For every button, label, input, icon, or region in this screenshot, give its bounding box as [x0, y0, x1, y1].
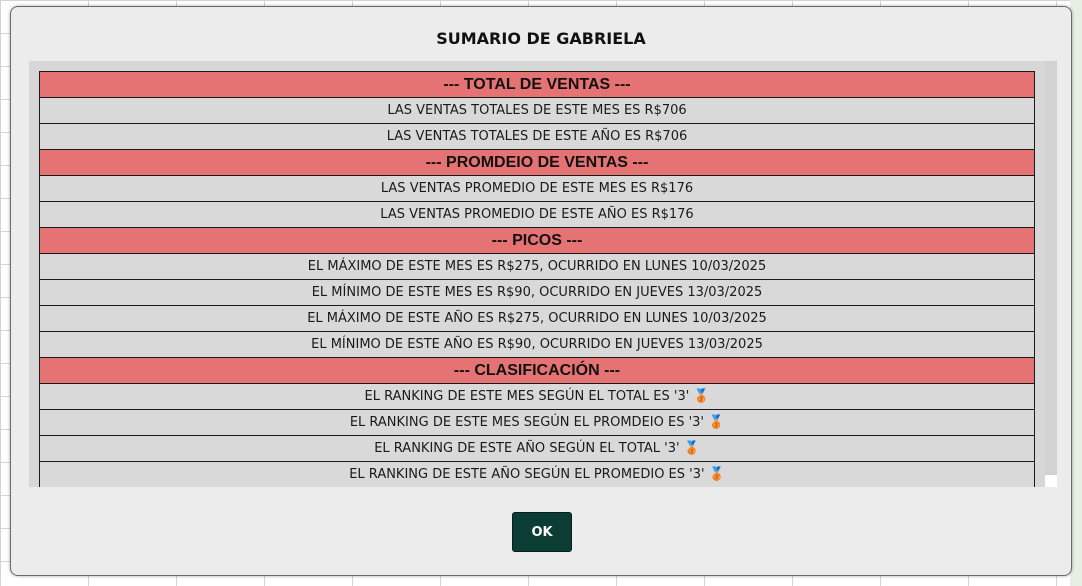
summary-row: EL RANKING DE ESTE MES SEGÚN EL TOTAL ES… — [39, 383, 1035, 410]
summary-row-text: EL MÁXIMO DE ESTE MES ES R$275, OCURRIDO… — [307, 259, 767, 274]
section-header: --- TOTAL DE VENTAS --- — [39, 71, 1035, 98]
summary-row: EL RANKING DE ESTE AÑO SEGÚN EL TOTAL '3… — [39, 435, 1035, 462]
summary-row: LAS VENTAS PROMEDIO DE ESTE MES ES R$176 — [39, 175, 1035, 202]
summary-row: EL MÍNIMO DE ESTE AÑO ES R$90, OCURRIDO … — [39, 331, 1035, 358]
medal-icon: 🥉 — [693, 389, 710, 404]
dialog-title: SUMARIO DE GABRIELA — [436, 29, 646, 48]
summary-row: LAS VENTAS TOTALES DE ESTE MES ES R$706 — [39, 97, 1035, 124]
summary-row-text: LAS VENTAS TOTALES DE ESTE MES ES R$706 — [387, 103, 687, 118]
summary-table: --- TOTAL DE VENTAS --- LAS VENTAS TOTALE… — [39, 71, 1035, 487]
summary-row: LAS VENTAS TOTALES DE ESTE AÑO ES R$706 — [39, 123, 1035, 150]
summary-row-text: EL RANKING DE ESTE MES SEGÚN EL TOTAL ES… — [364, 389, 690, 404]
summary-row-text: LAS VENTAS TOTALES DE ESTE AÑO ES R$706 — [386, 129, 688, 144]
summary-row: LAS VENTAS PROMEDIO DE ESTE AÑO ES R$176 — [39, 201, 1035, 228]
section-header: --- PROMDEIO DE VENTAS --- — [39, 149, 1035, 176]
summary-row: EL RANKING DE ESTE MES SEGÚN EL PROMDEIO… — [39, 409, 1035, 436]
medal-icon: 🥉 — [708, 415, 725, 430]
summary-row: EL MÍNIMO DE ESTE MES ES R$90, OCURRIDO … — [39, 279, 1035, 306]
summary-row-text: LAS VENTAS PROMEDIO DE ESTE AÑO ES R$176 — [380, 207, 694, 222]
section-header: --- CLASIFICACIÓN --- — [39, 357, 1035, 384]
summary-dialog: SUMARIO DE GABRIELA --- TOTAL DE VENTAS … — [10, 6, 1072, 576]
summary-scroll-area[interactable]: --- TOTAL DE VENTAS --- LAS VENTAS TOTALE… — [29, 61, 1057, 487]
medal-icon: 🥉 — [683, 441, 700, 456]
section-header: --- PICOS --- — [39, 227, 1035, 254]
summary-row: EL MÁXIMO DE ESTE AÑO ES R$275, OCURRIDO… — [39, 305, 1035, 332]
summary-row-text: EL MÁXIMO DE ESTE AÑO ES R$275, OCURRIDO… — [307, 311, 767, 326]
summary-row-text: EL RANKING DE ESTE MES SEGÚN EL PROMDEIO… — [349, 415, 704, 430]
ok-button[interactable]: OK — [512, 512, 572, 552]
summary-row-text: EL RANKING DE ESTE AÑO SEGÚN EL TOTAL '3… — [374, 441, 680, 456]
summary-row-text: LAS VENTAS PROMEDIO DE ESTE MES ES R$176 — [380, 181, 694, 196]
medal-icon: 🥉 — [708, 467, 725, 482]
vertical-scrollbar[interactable] — [1045, 61, 1057, 487]
summary-row: EL MÁXIMO DE ESTE MES ES R$275, OCURRIDO… — [39, 253, 1035, 280]
summary-row-text: EL MÍNIMO DE ESTE MES ES R$90, OCURRIDO … — [311, 285, 763, 300]
summary-row: EL RANKING DE ESTE AÑO SEGÚN EL PROMEDIO… — [39, 461, 1035, 487]
summary-row-text: EL MÍNIMO DE ESTE AÑO ES R$90, OCURRIDO … — [311, 337, 763, 352]
scrollbar-thumb[interactable] — [1045, 61, 1057, 475]
summary-row-text: EL RANKING DE ESTE AÑO SEGÚN EL PROMEDIO… — [349, 467, 705, 482]
